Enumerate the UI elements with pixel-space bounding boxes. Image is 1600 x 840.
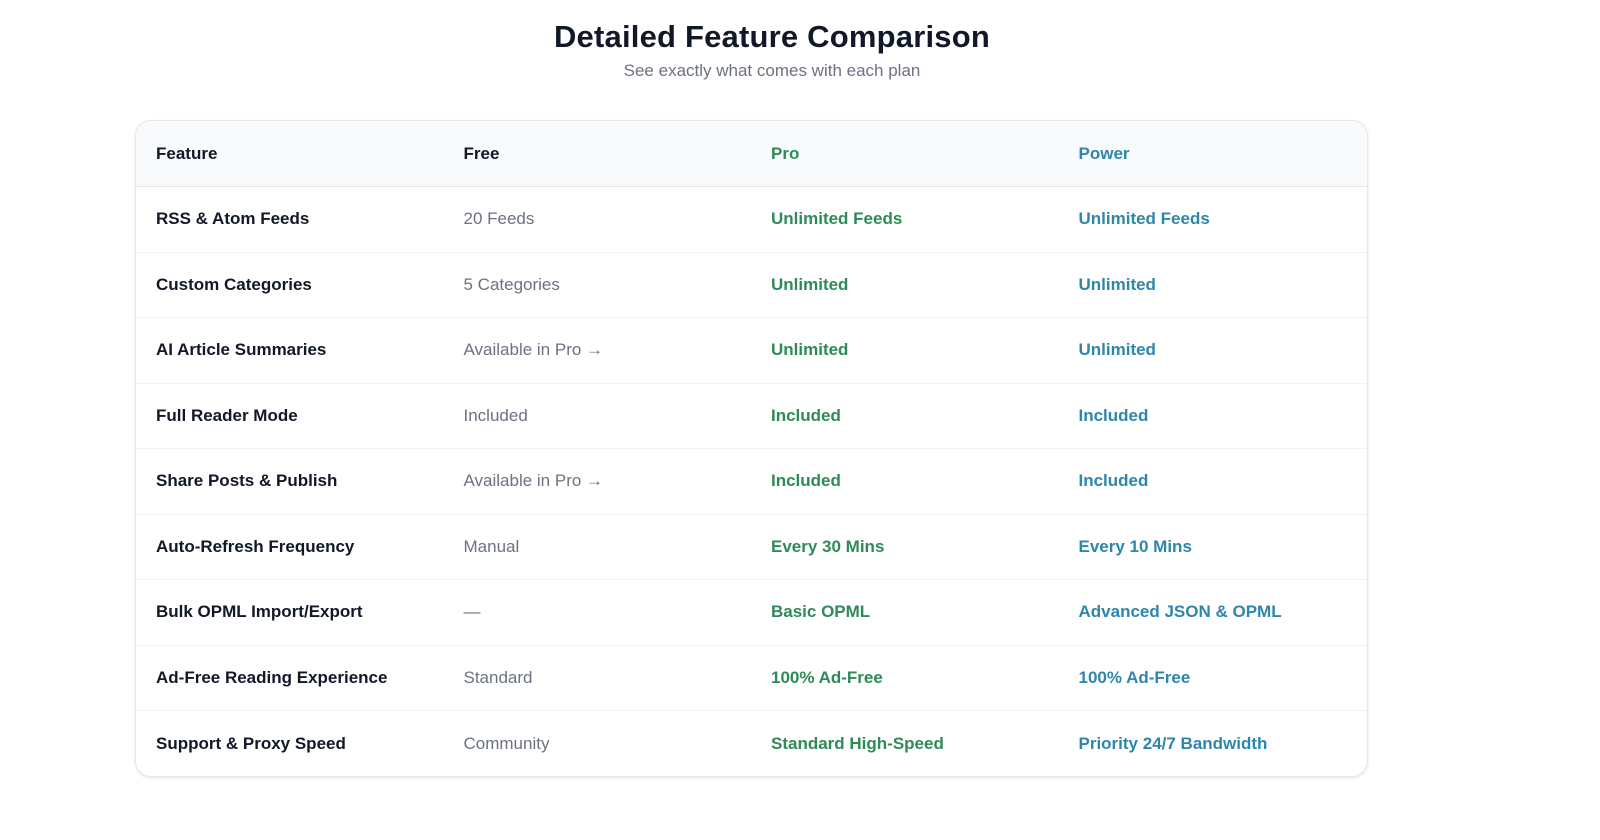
power-value: Unlimited: [1078, 274, 1156, 294]
pro-value: Every 30 Mins: [771, 536, 885, 556]
feature-name: Full Reader Mode: [156, 405, 298, 425]
table-row: AI Article Summaries Available in Pro → …: [136, 318, 1367, 384]
page-title: Detailed Feature Comparison: [553, 19, 991, 54]
free-value: 5 Categories: [463, 274, 560, 294]
free-value: 20 Feeds: [463, 209, 535, 229]
feature-name: Custom Categories: [156, 274, 312, 294]
table-row: Support & Proxy Speed Community Standard…: [136, 711, 1367, 776]
power-value: Unlimited Feeds: [1078, 209, 1210, 229]
power-value: Every 10 Mins: [1078, 536, 1192, 556]
free-value: Manual: [463, 536, 520, 556]
feature-name: AI Article Summaries: [156, 340, 327, 360]
column-header-pro: Pro: [771, 143, 800, 163]
pro-value: 100% Ad-Free: [771, 667, 883, 687]
free-value: —: [463, 602, 481, 622]
table-header-row: Feature Free Pro Power: [136, 121, 1367, 187]
power-value: Advanced JSON & OPML: [1078, 602, 1282, 622]
column-header-free: Free: [463, 143, 500, 163]
power-value: 100% Ad-Free: [1078, 667, 1191, 687]
pro-value: Included: [771, 405, 841, 425]
power-value: Included: [1078, 405, 1149, 425]
table-row: Auto-Refresh Frequency Manual Every 30 M…: [136, 515, 1367, 580]
section-header: Detailed Feature Comparison See exactly …: [0, 18, 1544, 82]
table-row: Ad-Free Reading Experience Standard 100%…: [136, 646, 1367, 711]
pro-value: Unlimited Feeds: [771, 209, 903, 229]
pro-value: Unlimited: [771, 274, 849, 294]
feature-name: RSS & Atom Feeds: [156, 209, 310, 229]
table-row: Bulk OPML Import/Export — Basic OPML Adv…: [136, 580, 1367, 646]
power-value: Priority 24/7 Bandwidth: [1078, 733, 1268, 753]
free-value: Included: [463, 405, 528, 425]
free-value: Community: [463, 733, 550, 753]
pricing-comparison-page: Detailed Feature Comparison See exactly …: [0, 0, 1600, 840]
feature-name: Bulk OPML Import/Export: [156, 602, 363, 622]
feature-name: Share Posts & Publish: [156, 471, 338, 491]
feature-name: Auto-Refresh Frequency: [156, 536, 355, 556]
table-row: Share Posts & Publish Available in Pro →…: [136, 449, 1367, 515]
feature-name: Ad-Free Reading Experience: [156, 667, 388, 687]
feature-name: Support & Proxy Speed: [156, 733, 346, 753]
pro-value: Included: [771, 471, 841, 491]
power-value: Included: [1078, 471, 1149, 491]
free-upgrade-link[interactable]: Available in Pro →: [444, 470, 752, 492]
pro-value: Standard High-Speed: [771, 733, 944, 753]
free-value: Standard: [463, 667, 533, 687]
table-row: Custom Categories 5 Categories Unlimited…: [136, 253, 1367, 318]
comparison-table: Feature Free Pro Power RSS & Atom Feeds …: [135, 120, 1368, 777]
table-row: RSS & Atom Feeds 20 Feeds Unlimited Feed…: [136, 187, 1367, 253]
column-header-feature: Feature: [156, 143, 218, 163]
pro-value: Unlimited: [771, 340, 849, 360]
page-subtitle: See exactly what comes with each plan: [623, 61, 921, 80]
column-header-power: Power: [1078, 143, 1130, 163]
power-value: Unlimited: [1078, 340, 1156, 360]
pro-value: Basic OPML: [771, 602, 871, 622]
free-upgrade-link[interactable]: Available in Pro →: [444, 339, 752, 361]
table-row: Full Reader Mode Included Included Inclu…: [136, 384, 1367, 449]
